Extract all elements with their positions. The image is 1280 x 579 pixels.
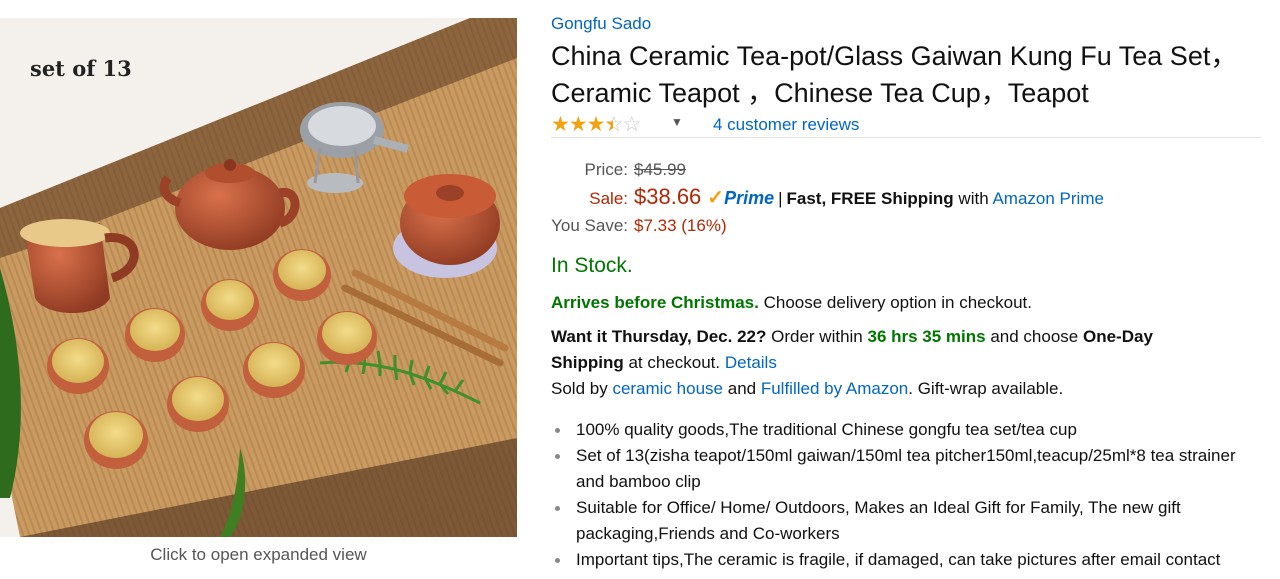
image-overlay-text: set of 13 (30, 56, 132, 81)
countdown-timer: 36 hrs 35 mins (867, 327, 986, 346)
arrival-detail: Choose delivery option in checkout. (763, 293, 1032, 312)
shipping-word: Shipping (551, 353, 624, 372)
want-it-text: Want it Thursday, Dec. 22? (551, 327, 767, 346)
bullet-icon (555, 428, 560, 433)
details-link[interactable]: Details (725, 353, 777, 372)
list-price-value: $45.99 (634, 160, 686, 179)
list-item: Suitable for Office/ Home/ Outdoors, Mak… (551, 495, 1266, 547)
star-full-icon: ★ (568, 113, 588, 136)
bullet-icon (555, 454, 560, 459)
stock-status: In Stock. (551, 254, 633, 277)
seller-link[interactable]: ceramic house (612, 379, 723, 398)
separator: | (778, 189, 783, 208)
giftwrap-text: . Gift-wrap available. (908, 379, 1064, 398)
product-image[interactable]: set of 13 (0, 18, 517, 537)
bullet-text: 100% quality goods,The traditional Chine… (576, 420, 1077, 439)
one-day-text: One-Day (1082, 327, 1153, 346)
sale-price-value: $38.66 (634, 184, 702, 209)
tea-set-photo (0, 18, 517, 537)
rating-row: ★★★☆★☆ ▼ 4 customer reviews (551, 112, 1261, 138)
list-price-row: Price: $45.99 (551, 160, 686, 180)
free-shipping-text: Fast, FREE Shipping (786, 189, 954, 208)
order-within-text: Order within (771, 327, 863, 346)
you-save-value: $7.33 (16%) (634, 216, 727, 235)
expand-view-link[interactable]: Click to open expanded view (0, 545, 517, 565)
divider (551, 137, 1261, 138)
bullet-text: Set of 13(zisha teapot/150ml gaiwan/150m… (576, 446, 1236, 491)
star-half-icon: ☆★ (604, 113, 623, 136)
star-rating[interactable]: ★★★☆★☆ (551, 112, 641, 137)
sale-price-label: Sale: (589, 189, 628, 208)
arrival-note: Arrives before Christmas. Choose deliver… (551, 290, 1251, 316)
bullet-icon (555, 558, 560, 563)
amazon-prime-link[interactable]: Amazon Prime (992, 189, 1103, 208)
bullet-text: Suitable for Office/ Home/ Outdoors, Mak… (576, 498, 1181, 543)
star-full-icon: ★ (551, 113, 570, 136)
you-save-row: You Save: $7.33 (16%) (551, 216, 727, 236)
prime-check-icon: ✓ (707, 187, 725, 209)
sold-by-text: Sold by (551, 379, 608, 398)
delivery-block: Want it Thursday, Dec. 22? Order within … (551, 324, 1251, 402)
chevron-down-icon[interactable]: ▼ (671, 115, 683, 129)
you-save-label: You Save: (551, 216, 628, 235)
arrives-before-text: Arrives before Christmas. (551, 293, 759, 312)
product-title: China Ceramic Tea-pot/Glass Gaiwan Kung … (551, 41, 1238, 108)
list-item: Set of 13(zisha teapot/150ml gaiwan/150m… (551, 443, 1266, 495)
feature-bullets: 100% quality goods,The traditional Chine… (551, 417, 1266, 573)
customer-reviews-link[interactable]: 4 customer reviews (713, 115, 859, 135)
star-full-icon: ★ (586, 113, 606, 136)
list-item: 100% quality goods,The traditional Chine… (551, 417, 1266, 443)
prime-logo[interactable]: Prime (724, 188, 774, 208)
fulfilled-by-amazon-link[interactable]: Fulfilled by Amazon (761, 379, 908, 398)
and-choose-text: and choose (990, 327, 1079, 346)
star-empty-icon: ☆ (622, 113, 641, 136)
bullet-icon (555, 506, 560, 511)
at-checkout-text: at checkout. (628, 353, 721, 372)
bullet-text: Important tips,The ceramic is fragile, i… (576, 550, 1221, 569)
shipping-with-text: with (958, 189, 989, 208)
brand-link[interactable]: Gongfu Sado (551, 14, 651, 34)
and-text: and (727, 379, 757, 398)
list-item: Important tips,The ceramic is fragile, i… (551, 547, 1266, 573)
list-price-label: Price: (584, 160, 628, 179)
sale-price-row: Sale: $38.66 ✓Prime | Fast, FREE Shipping wi… (551, 184, 1104, 210)
